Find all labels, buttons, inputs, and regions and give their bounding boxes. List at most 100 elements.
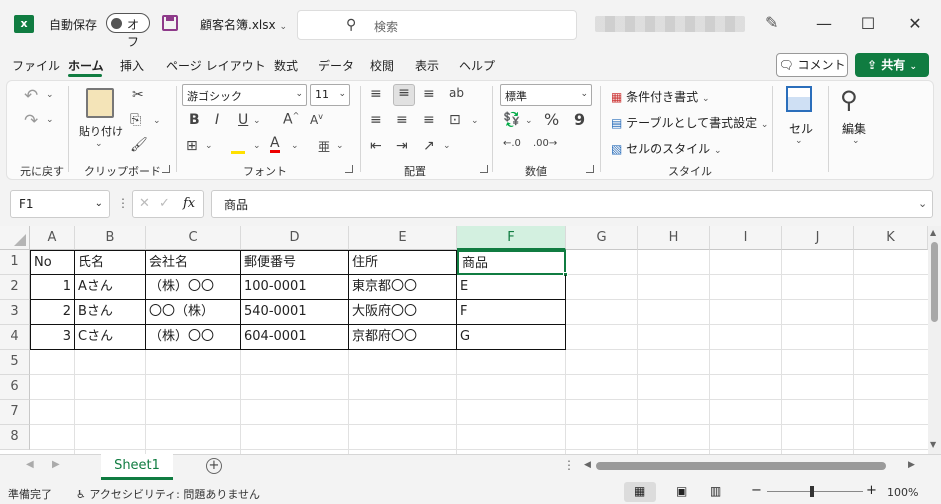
- paste-icon[interactable]: [86, 88, 114, 118]
- cell-f3[interactable]: F: [457, 300, 566, 325]
- cut-icon[interactable]: ✂: [132, 87, 144, 103]
- add-sheet-icon[interactable]: +: [206, 458, 222, 474]
- row-header[interactable]: 6: [0, 375, 30, 400]
- percent-icon[interactable]: %: [544, 110, 559, 129]
- wrap-text-icon[interactable]: ab: [449, 86, 464, 100]
- font-launcher-icon[interactable]: [345, 165, 353, 173]
- chevron-down-icon[interactable]: ⌄: [795, 136, 803, 146]
- cell-f1-selected[interactable]: 商品: [457, 250, 566, 275]
- font-size-select[interactable]: 11 ⌄: [310, 84, 350, 106]
- cell-d1[interactable]: 郵便番号: [241, 250, 349, 275]
- column-header-h[interactable]: H: [638, 226, 710, 250]
- row-header[interactable]: 1: [0, 250, 30, 275]
- minimize-button[interactable]: —: [812, 12, 836, 36]
- worksheet-grid[interactable]: A B C D E F G H I J K 1 2 3 4 5 6 7 8 No…: [0, 226, 928, 454]
- increase-font-icon[interactable]: A^: [283, 111, 299, 128]
- chevron-down-icon[interactable]: ⌄: [153, 116, 161, 126]
- number-format-select[interactable]: 標準 ⌄: [500, 84, 592, 106]
- redo-icon[interactable]: ↷: [24, 111, 38, 131]
- increase-decimal-icon[interactable]: ←.0: [503, 138, 521, 149]
- zoom-out-button[interactable]: −: [751, 483, 762, 498]
- zoom-slider-track[interactable]: [767, 491, 863, 492]
- column-header-d[interactable]: D: [241, 226, 349, 250]
- tab-help[interactable]: ヘルプ: [459, 57, 495, 74]
- scroll-down-icon[interactable]: ▼: [930, 440, 936, 449]
- comma-style-icon[interactable]: 9: [574, 110, 585, 129]
- conditional-formatting-button[interactable]: ▦ 条件付き書式 ⌄: [611, 88, 710, 105]
- share-button[interactable]: ⇪ 共有 ⌄: [855, 53, 929, 77]
- tab-data[interactable]: データ: [318, 57, 354, 74]
- row-header[interactable]: 2: [0, 275, 30, 300]
- cell-e1[interactable]: 住所: [349, 250, 457, 275]
- autosave-toggle[interactable]: オフ: [106, 13, 150, 49]
- tab-insert[interactable]: 挿入: [120, 57, 144, 74]
- scroll-up-icon[interactable]: ▲: [930, 228, 936, 237]
- normal-view-button[interactable]: ▦: [624, 482, 656, 502]
- align-bottom-icon[interactable]: ≡: [423, 86, 435, 102]
- underline-icon[interactable]: U: [238, 112, 248, 128]
- horizontal-scrollbar[interactable]: ◀ ▶: [582, 460, 918, 472]
- tab-home[interactable]: ホーム: [68, 57, 104, 74]
- tab-page-layout[interactable]: ページ レイアウト: [166, 57, 266, 74]
- tab-review[interactable]: 校閲: [370, 57, 394, 74]
- page-break-view-icon[interactable]: ▥: [710, 484, 721, 498]
- editing-label[interactable]: 編集: [842, 120, 866, 137]
- cell-styles-button[interactable]: ▧ セルのスタイル ⌄: [611, 140, 722, 157]
- phonetic-icon[interactable]: 亜: [318, 138, 330, 155]
- chevron-down-icon[interactable]: ⌄: [852, 136, 860, 146]
- cell-c2[interactable]: （株）〇〇: [146, 275, 241, 300]
- tab-formulas[interactable]: 数式: [274, 57, 298, 74]
- column-header-f[interactable]: F: [457, 226, 566, 250]
- column-header-a[interactable]: A: [30, 226, 75, 250]
- borders-icon[interactable]: ⊞: [186, 138, 198, 154]
- cell-f4[interactable]: G: [457, 325, 566, 350]
- row-header[interactable]: 7: [0, 400, 30, 425]
- cell-e4[interactable]: 京都府〇〇: [349, 325, 457, 350]
- row-header[interactable]: 5: [0, 350, 30, 375]
- copy-icon[interactable]: ⎘: [130, 112, 141, 128]
- formula-input[interactable]: 商品: [211, 190, 933, 218]
- italic-icon[interactable]: I: [215, 112, 219, 128]
- chevron-down-icon[interactable]: ⌄: [205, 141, 213, 151]
- select-all-corner[interactable]: [0, 226, 30, 250]
- column-header-e[interactable]: E: [349, 226, 457, 250]
- save-icon[interactable]: [162, 15, 178, 31]
- chevron-down-icon[interactable]: ⌄: [525, 116, 533, 126]
- number-launcher-icon[interactable]: [586, 165, 594, 173]
- cells-label[interactable]: セル: [789, 120, 813, 137]
- editing-search-icon[interactable]: ⚲: [840, 86, 858, 114]
- cell-b4[interactable]: Cさん: [75, 325, 146, 350]
- file-name[interactable]: 顧客名簿.xlsx ⌄: [200, 16, 287, 33]
- prev-sheet-icon[interactable]: ◀: [26, 459, 34, 470]
- maximize-button[interactable]: ☐: [856, 12, 880, 36]
- clipboard-launcher-icon[interactable]: [162, 165, 170, 173]
- page-layout-view-icon[interactable]: ▣: [676, 484, 687, 498]
- zoom-level[interactable]: 100%: [887, 486, 918, 499]
- pen-icon[interactable]: ✎: [765, 13, 778, 32]
- chevron-down-icon[interactable]: ⌄: [253, 141, 261, 151]
- column-header-c[interactable]: C: [146, 226, 241, 250]
- scroll-left-icon[interactable]: ◀: [584, 460, 591, 470]
- cell-c4[interactable]: （株）〇〇: [146, 325, 241, 350]
- cell-e2[interactable]: 東京都〇〇: [349, 275, 457, 300]
- comment-button[interactable]: 🗨 コメント: [776, 53, 848, 77]
- cell-a3[interactable]: 2: [30, 300, 75, 325]
- more-options-icon[interactable]: ⋮: [117, 196, 129, 210]
- chevron-down-icon[interactable]: ⌄: [253, 116, 261, 126]
- insert-function-icon[interactable]: fx: [183, 196, 195, 211]
- orientation-icon[interactable]: ↗: [423, 138, 435, 154]
- column-header-k[interactable]: K: [854, 226, 928, 250]
- horizontal-scroll-thumb[interactable]: [596, 462, 886, 470]
- row-header[interactable]: 3: [0, 300, 30, 325]
- cell-b2[interactable]: Aさん: [75, 275, 146, 300]
- align-middle-icon[interactable]: ≡: [393, 84, 415, 106]
- cell-d4[interactable]: 604-0001: [241, 325, 349, 350]
- chevron-down-icon[interactable]: ⌄: [291, 141, 299, 151]
- cell-a4[interactable]: 3: [30, 325, 75, 350]
- align-left-icon[interactable]: ≡: [370, 112, 382, 128]
- cell-d2[interactable]: 100-0001: [241, 275, 349, 300]
- search-input[interactable]: ⚲ 検索: [297, 10, 577, 40]
- chevron-down-icon[interactable]: ⌄: [95, 139, 103, 149]
- column-header-g[interactable]: G: [566, 226, 638, 250]
- align-right-icon[interactable]: ≡: [423, 112, 435, 128]
